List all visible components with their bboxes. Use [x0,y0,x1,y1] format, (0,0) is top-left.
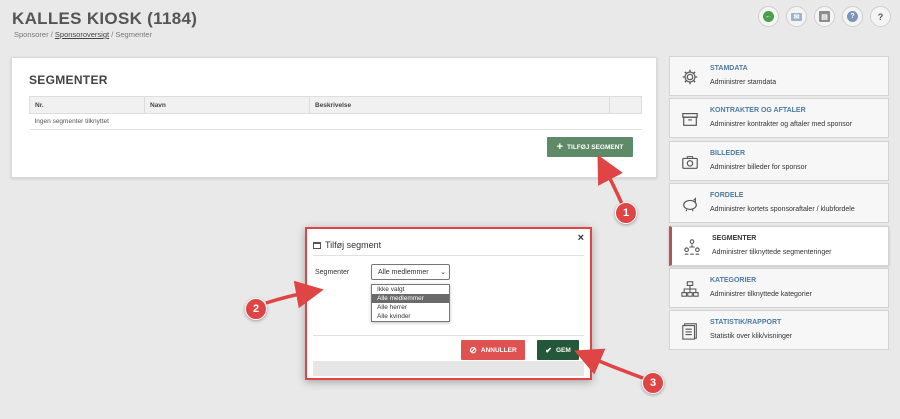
page-title: KALLES KIOSK (1184) [12,9,198,28]
camera-icon [682,156,698,169]
sidebar-item-desc: Administrer kortets sponsoraftaler / klu… [710,206,855,213]
sidebar-item-title: SEGMENTER [712,235,757,242]
report-icon [682,323,697,340]
people-icon [684,239,700,255]
modal-header: Tilføj segment [313,235,584,255]
sidebar-item-desc: Statistik over klik/visninger [710,333,793,340]
sidebar-item-stamdata[interactable]: STAMDATA Administrer stamdata [669,56,889,96]
breadcrumb-current: Segmenter [115,30,153,39]
column-header[interactable]: Beskrivelse [309,96,610,114]
sidebar-item-fordele[interactable]: FORDELE Administrer kortets sponsoraftal… [669,183,889,223]
segmenter-dropdown: Ikke valgt Alle medlemmer Alle herrer Al… [371,284,450,322]
sidebar-item-segmenter[interactable]: SEGMENTER Administrer tilknyttede segmen… [669,226,889,266]
divider [313,255,584,256]
sidebar-item-desc: Administrer billeder for sponsor [710,164,807,171]
sidebar-item-title: STAMDATA [710,65,748,72]
breadcrumb-separator: / [50,30,53,39]
sidebar-item-title: KATEGORIER [710,277,757,284]
question-button[interactable]: ? [870,6,891,27]
select-value: Alle medlemmer [378,268,429,276]
mail-button[interactable]: ✉ [786,6,807,27]
segments-panel: SEGMENTER Nr. Navn Beskrivelse Ingen seg… [11,57,657,178]
gear-icon [682,69,698,85]
close-icon[interactable]: × [578,232,584,244]
cancel-icon: ⊘ [469,344,477,355]
breadcrumb-link-sponsoroversigt[interactable]: Sponsoroversigt [55,30,109,39]
chevron-down-icon: ⌄ [440,269,446,276]
table-row: Ingen segmenter tilknyttet [29,113,642,130]
sidebar-item-desc: Administrer kontrakter og aftaler med sp… [710,121,853,128]
segments-table: Nr. Navn Beskrivelse Ingen segmenter til… [29,96,642,130]
sidebar-item-title: FORDELE [710,192,744,199]
help-circle-icon: ? [847,11,858,22]
dropdown-option[interactable]: Alle kvinder [372,312,449,321]
sidebar-item-kontrakter[interactable]: KONTRAKTER OG AFTALER Administrer kontra… [669,98,889,138]
plus-icon: + [556,140,564,153]
archive-icon [682,113,698,126]
back-icon: ← [763,11,774,22]
sidebar-item-desc: Administrer tilknyttede segmenteringer [712,249,832,256]
back-button[interactable]: ← [758,6,779,27]
hierarchy-icon [681,281,699,297]
document-icon: ▤ [819,11,830,22]
breadcrumb-separator: / [111,30,114,39]
sidebar-item-kategorier[interactable]: KATEGORIER Administrer tilknyttede kateg… [669,268,889,308]
sidebar-item-desc: Administrer tilknyttede kategorier [710,291,812,298]
sidebar-item-title: STATISTIK/RAPPORT [710,319,782,326]
breadcrumb-root: Sponsorer [14,30,49,39]
segmenter-select[interactable]: Alle medlemmer ⌄ [371,264,450,280]
window-icon [313,241,321,249]
save-button[interactable]: ✔ GEM [537,340,579,360]
modal-footer [313,361,584,376]
add-segment-button[interactable]: + TILFØJ SEGMENT [547,137,633,157]
sidebar-item-statistik[interactable]: STATISTIK/RAPPORT Statistik over klik/vi… [669,310,889,350]
sidebar-item-billeder[interactable]: BILLEDER Administrer billeder for sponso… [669,141,889,181]
segmenter-field-label: Segmenter [315,269,350,276]
sidebar-item-desc: Administrer stamdata [710,79,777,86]
callout-badge: 1 [615,202,637,224]
question-icon: ? [877,11,884,22]
piggy-bank-icon [683,197,697,212]
help-button[interactable]: ? [842,6,863,27]
modal-title: Tilføj segment [325,240,382,250]
sidebar-item-title: BILLEDER [710,150,745,157]
check-icon: ✔ [545,345,552,355]
column-header[interactable]: Nr. [29,96,145,114]
document-button[interactable]: ▤ [814,6,835,27]
cancel-label: ANNULLER [480,346,517,354]
empty-message: Ingen segmenter tilknyttet [29,113,642,130]
callout-badge: 3 [642,372,664,394]
dropdown-option[interactable]: Ikke valgt [372,285,449,294]
annotation-arrow-3 [574,348,644,380]
column-header [609,96,642,114]
annotation-arrow-2 [265,280,324,309]
add-segment-label: TILFØJ SEGMENT [567,143,624,151]
add-segment-modal: Tilføj segment × Segmenter Alle medlemme… [305,227,592,380]
callout-badge: 2 [245,298,267,320]
mail-icon: ✉ [791,12,802,21]
breadcrumb: Sponsorer / Sponsoroversigt / Segmenter [14,30,152,39]
dropdown-option[interactable]: Alle herrer [372,303,449,312]
divider [313,335,584,336]
cancel-button[interactable]: ⊘ ANNULLER [461,340,525,360]
save-label: GEM [555,346,571,354]
column-header[interactable]: Navn [144,96,310,114]
dropdown-option[interactable]: Alle medlemmer [372,294,449,303]
top-toolbar: ← ✉ ▤ ? ? [758,6,891,27]
panel-title: SEGMENTER [29,73,108,87]
sidebar-item-title: KONTRAKTER OG AFTALER [710,107,806,114]
